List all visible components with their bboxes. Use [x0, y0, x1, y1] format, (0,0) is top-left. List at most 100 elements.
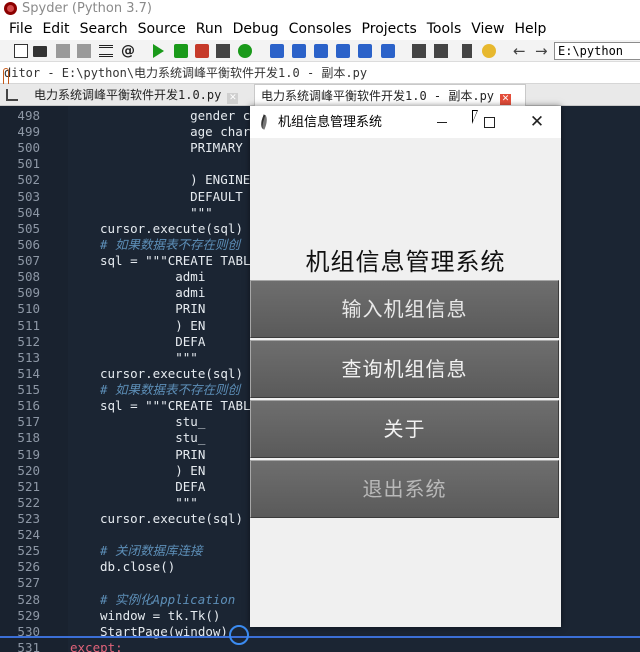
wrench-icon[interactable]: [462, 44, 472, 58]
menu-debug[interactable]: Debug: [228, 18, 284, 40]
close-tab-icon[interactable]: ✕: [500, 94, 512, 105]
line-number: 529: [17, 607, 40, 623]
line-number: 499: [17, 124, 40, 140]
line-number: 508: [17, 269, 40, 285]
step-into-icon[interactable]: [314, 44, 328, 58]
open-folder-icon[interactable]: [33, 46, 47, 57]
run-icon[interactable]: [153, 44, 164, 58]
code-line: 507 sql = """CREATE TABL: [0, 253, 250, 269]
line-number: 502: [17, 172, 40, 188]
code-line: 517 stu_: [0, 414, 205, 430]
new-file-icon[interactable]: [14, 44, 28, 58]
save-icon[interactable]: [56, 44, 70, 58]
code-text: PRIMARY KEY: [160, 140, 273, 156]
code-text: sql = """CREATE TABL: [100, 398, 251, 414]
code-line: 505 cursor.execute(sql): [0, 221, 243, 237]
code-line: 509 admi: [0, 285, 205, 301]
step-return-icon[interactable]: [336, 44, 350, 58]
code-text: # 实例化Application: [100, 591, 236, 607]
run-cell-advance-icon[interactable]: [195, 44, 209, 58]
line-number: 498: [17, 108, 40, 123]
run-selection-icon[interactable]: [216, 44, 230, 58]
code-line: 528 # 实例化Application: [0, 592, 235, 608]
menu-file[interactable]: File: [4, 18, 37, 40]
line-number: 504: [17, 204, 40, 220]
current-line-indicator: [0, 636, 640, 638]
input-unit-info-button[interactable]: 输入机组信息: [250, 280, 559, 338]
code-text: cursor.execute(sql): [100, 220, 243, 236]
browse-tabs-icon[interactable]: [6, 89, 18, 101]
debug-icon[interactable]: [270, 44, 284, 58]
menu-run[interactable]: Run: [191, 18, 228, 40]
code-text: stu_: [100, 414, 206, 430]
exit-system-button[interactable]: 退出系统: [250, 460, 559, 518]
menu-edit[interactable]: Edit: [37, 18, 74, 40]
code-line: 523 cursor.execute(sql): [0, 511, 243, 527]
run-cell-icon[interactable]: [174, 44, 188, 58]
working-directory-input[interactable]: E:\python: [554, 42, 640, 60]
line-number: 527: [17, 575, 40, 591]
tab-original-file[interactable]: 电力系统调峰平衡软件开发1.0.py ✕: [28, 84, 248, 106]
fullscreen-icon[interactable]: [434, 44, 448, 58]
code-line: 524: [0, 527, 100, 543]
forward-icon[interactable]: →: [535, 44, 549, 59]
code-text: cursor.execute(sql): [100, 365, 243, 381]
menu-consoles[interactable]: Consoles: [284, 18, 357, 40]
continue-icon[interactable]: [358, 44, 372, 58]
line-number: 500: [17, 140, 40, 156]
line-number: 507: [17, 253, 40, 269]
code-line: 502 ) ENGINE = I: [0, 172, 280, 188]
code-line: 527: [0, 575, 100, 591]
editor-path: ditor - E:\python\电力系统调峰平衡软件开发1.0 - 副本.p…: [0, 62, 640, 84]
code-line: 529 window = tk.Tk(): [0, 608, 220, 624]
stop-icon[interactable]: [381, 44, 395, 58]
code-text: """: [100, 349, 198, 365]
code-text: DEFA: [100, 478, 206, 494]
rerun-icon[interactable]: [238, 44, 252, 58]
code-line: 501: [0, 156, 100, 172]
menu-help[interactable]: Help: [509, 18, 551, 40]
list-icon[interactable]: [99, 45, 113, 57]
close-tab-icon[interactable]: ✕: [227, 93, 239, 104]
about-button[interactable]: 关于: [250, 400, 559, 458]
code-text: window = tk.Tk(): [100, 607, 221, 623]
code-line: 503 DEFAULT CHAR: [0, 189, 280, 205]
menu-projects[interactable]: Projects: [357, 18, 422, 40]
line-number: 517: [17, 414, 40, 430]
code-text: stu_: [100, 430, 206, 446]
code-line: 521 DEFA: [0, 479, 205, 495]
menu-view[interactable]: View: [466, 18, 509, 40]
line-number: 514: [17, 365, 40, 381]
save-all-icon[interactable]: [77, 44, 91, 58]
code-line: 498 gender char(: [0, 108, 280, 124]
tab-copy-file[interactable]: 电力系统调峰平衡软件开发1.0 - 副本.py ✕: [254, 84, 526, 106]
code-text: """: [100, 494, 198, 510]
code-line: 531 except:: [0, 639, 122, 652]
line-number: 531: [17, 639, 40, 652]
line-number: 518: [17, 430, 40, 446]
code-line: 515 # 如果数据表不存在则创: [0, 382, 240, 398]
line-number: 512: [17, 333, 40, 349]
menu-tools[interactable]: Tools: [422, 18, 467, 40]
window-title-bar: Spyder (Python 3.7): [0, 0, 640, 18]
main-toolbar: @ ← →: [0, 40, 640, 62]
line-number: 528: [17, 591, 40, 607]
close-icon[interactable]: ✕: [517, 106, 557, 138]
back-icon[interactable]: ←: [513, 44, 527, 59]
maximize-pane-icon[interactable]: [412, 44, 426, 58]
code-line: 516 sql = """CREATE TABL: [0, 398, 251, 414]
menu-source[interactable]: Source: [133, 18, 191, 40]
code-line: 520 ) EN: [0, 463, 205, 479]
menu-bar: File Edit Search Source Run Debug Consol…: [0, 18, 640, 40]
step-icon[interactable]: [292, 44, 306, 58]
at-icon[interactable]: @: [121, 44, 135, 58]
query-unit-info-button[interactable]: 查询机组信息: [250, 340, 559, 398]
code-line: 510 PRIN: [0, 301, 205, 317]
minimize-icon[interactable]: [422, 106, 462, 138]
python-icon[interactable]: [482, 44, 496, 58]
line-number: 513: [17, 349, 40, 365]
code-line: 526 db.close(): [0, 559, 175, 575]
menu-search[interactable]: Search: [75, 18, 133, 40]
spyder-logo-icon: [4, 2, 17, 15]
mouse-click-indicator: [229, 625, 249, 645]
